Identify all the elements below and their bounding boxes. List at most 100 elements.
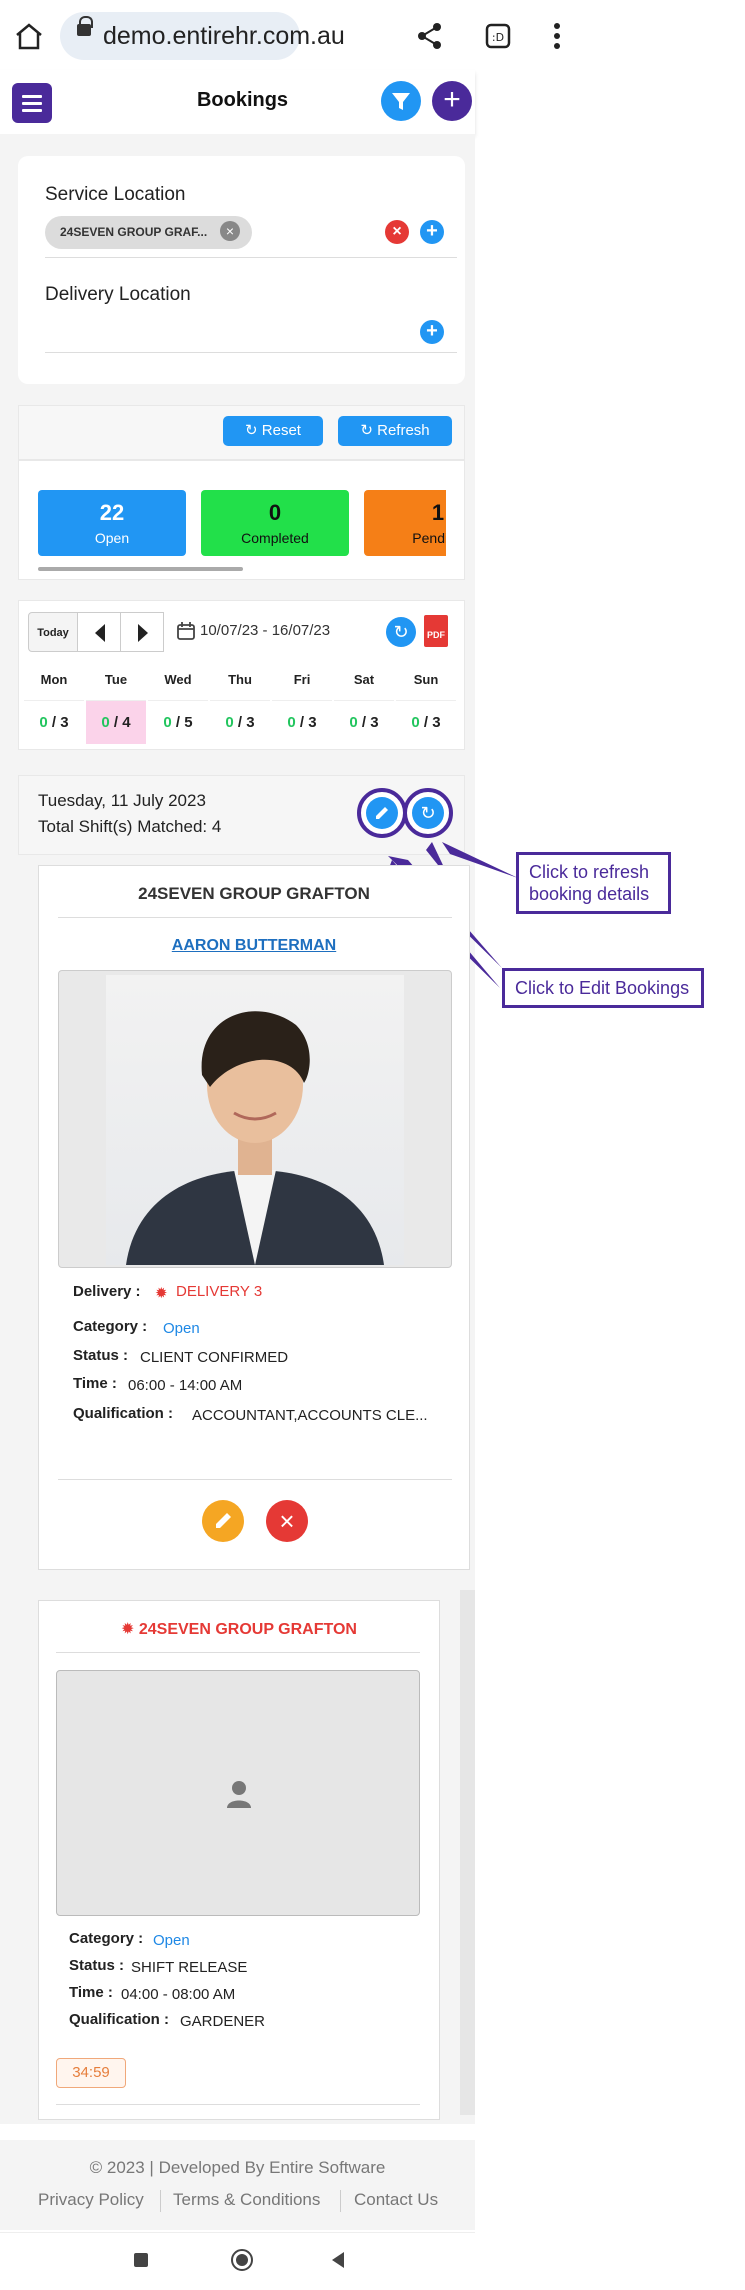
refresh-icon: ↻ — [360, 422, 378, 439]
shifts-matched: Total Shift(s) Matched: 4 — [38, 817, 222, 836]
next-week-button[interactable] — [120, 612, 164, 652]
day-cell-tue[interactable]: 0 / 4 — [86, 700, 146, 744]
day-cell-sat[interactable]: 0 / 3 — [334, 700, 394, 744]
qualification-value: GARDENER — [180, 2013, 266, 2030]
calendar-icon — [177, 622, 195, 640]
prev-week-button[interactable] — [77, 612, 121, 652]
booking-client-name: 24SEVEN GROUP GRAFTON — [138, 884, 370, 903]
home-nav-icon[interactable] — [230, 2248, 254, 2272]
edit-booking-button[interactable] — [202, 1500, 244, 1542]
day-cell-fri[interactable]: 0 / 3 — [272, 700, 332, 744]
url-text[interactable]: demo.entirehr.com.au — [103, 22, 345, 51]
stats-scrollbar[interactable] — [38, 567, 243, 571]
stat-completed[interactable]: 0 Completed — [201, 490, 349, 556]
time-label: Time : — [69, 1984, 113, 2001]
separator — [340, 2190, 341, 2212]
divider — [45, 352, 457, 353]
stat-open-label: Open — [94, 530, 130, 546]
divider — [58, 1479, 452, 1480]
time-value: 04:00 - 08:00 AM — [121, 1986, 236, 2003]
chip-remove-icon[interactable]: × — [220, 221, 240, 241]
refresh-button-label: Refresh — [377, 422, 430, 439]
stat-open[interactable]: 22 Open — [38, 490, 186, 556]
add-booking-button[interactable]: + — [432, 81, 472, 121]
privacy-policy-link[interactable]: Privacy Policy — [38, 2190, 144, 2210]
gear-icon: ✹ — [121, 1621, 139, 1638]
day-header-wed: Wed — [164, 672, 192, 687]
day-header-sun: Sun — [413, 672, 439, 687]
reset-icon: ↻ — [245, 422, 262, 439]
copyright-icon: © — [89, 2158, 107, 2177]
page-title: Bookings — [196, 89, 289, 111]
back-icon[interactable] — [330, 2251, 346, 2269]
scroll-strip — [460, 1590, 475, 2115]
stat-completed-label: Completed — [241, 530, 309, 546]
service-location-chip-text: 24SEVEN GROUP GRAF... — [60, 225, 208, 239]
chevron-right-icon — [138, 624, 148, 642]
copyright: © 2023 | Developed By Entire Software — [89, 2158, 386, 2177]
employee-photo-placeholder — [56, 1670, 420, 1916]
day-cell-wed[interactable]: 0 / 5 — [148, 700, 208, 744]
day-header-fri: Fri — [293, 672, 311, 687]
stat-completed-value: 0 — [268, 500, 282, 525]
add-delivery-location-button[interactable]: + — [420, 320, 444, 344]
user-icon — [227, 1781, 251, 1808]
refresh-button[interactable]: ↻ Refresh — [338, 416, 452, 446]
home-icon[interactable] — [14, 22, 44, 50]
more-options-icon[interactable] — [552, 22, 562, 50]
employee-name-link[interactable]: AARON BUTTERMAN — [38, 937, 470, 955]
status-label: Status : — [73, 1347, 129, 1364]
status-value: CLIENT CONFIRMED — [140, 1349, 289, 1366]
delivery-label: Delivery : — [73, 1283, 141, 1300]
stat-pending-clip: 1 Pending — [364, 490, 446, 556]
service-location-label: Service Location — [45, 184, 186, 205]
pencil-icon — [216, 1513, 231, 1528]
stat-pending[interactable]: 1 Pending — [364, 490, 446, 556]
share-icon[interactable] — [416, 22, 444, 50]
tab-switcher-icon[interactable]: :D — [484, 22, 512, 50]
category-value: Open — [163, 1320, 200, 1337]
terms-link[interactable]: Terms & Conditions — [173, 2190, 320, 2210]
separator — [160, 2190, 161, 2212]
filter-icon — [392, 93, 410, 110]
day-header-mon: Mon — [40, 672, 68, 687]
today-button[interactable]: Today — [28, 612, 78, 652]
menu-button[interactable] — [12, 83, 52, 123]
reset-button[interactable]: ↻ Reset — [223, 416, 323, 446]
category-label: Category : — [69, 1930, 144, 1947]
pdf-export-icon[interactable]: PDF — [424, 615, 448, 647]
divider — [45, 257, 457, 258]
filter-button[interactable] — [381, 81, 421, 121]
cancel-booking-button[interactable]: × — [266, 1500, 308, 1542]
day-cell-mon[interactable]: 0 / 3 — [24, 700, 84, 744]
countdown-timer: 34:59 — [56, 2058, 126, 2088]
reset-button-label: Reset — [261, 422, 301, 439]
time-label: Time : — [73, 1375, 117, 1392]
refresh-callout: Click to refresh booking details — [516, 852, 671, 914]
day-cell-sun[interactable]: 0 / 3 — [396, 700, 456, 744]
stat-open-value: 22 — [99, 500, 125, 525]
stat-pending-value: 1 — [431, 500, 445, 525]
stat-pending-label: Pending — [412, 530, 446, 546]
chevron-left-icon — [95, 624, 105, 642]
booking-client-name: ✹ 24SEVEN GROUP GRAFTON — [121, 1621, 357, 1638]
recents-icon[interactable] — [134, 2253, 148, 2267]
date-range[interactable]: 10/07/23 - 16/07/23 — [200, 622, 330, 639]
day-header-thu: Thu — [228, 672, 252, 687]
lock-icon — [77, 16, 93, 36]
category-label: Category : — [73, 1318, 148, 1335]
week-refresh-button[interactable]: ↻ — [386, 617, 416, 647]
qualification-label: Qualification : — [73, 1405, 174, 1422]
selected-date: Tuesday, 11 July 2023 — [38, 791, 206, 810]
clear-service-location-button[interactable]: × — [385, 220, 409, 244]
day-cell-thu[interactable]: 0 / 3 — [210, 700, 270, 744]
delivery-value: DELIVERY 3 — [176, 1283, 263, 1300]
day-header-tue: Tue — [104, 672, 128, 687]
edit-callout: Click to Edit Bookings — [502, 968, 704, 1008]
svg-text::D: :D — [492, 31, 504, 44]
qualification-label: Qualification : — [69, 2011, 170, 2028]
add-service-location-button[interactable]: + — [420, 220, 444, 244]
employee-photo — [106, 975, 404, 1265]
contact-us-link[interactable]: Contact Us — [354, 2190, 438, 2210]
divider — [58, 917, 452, 918]
